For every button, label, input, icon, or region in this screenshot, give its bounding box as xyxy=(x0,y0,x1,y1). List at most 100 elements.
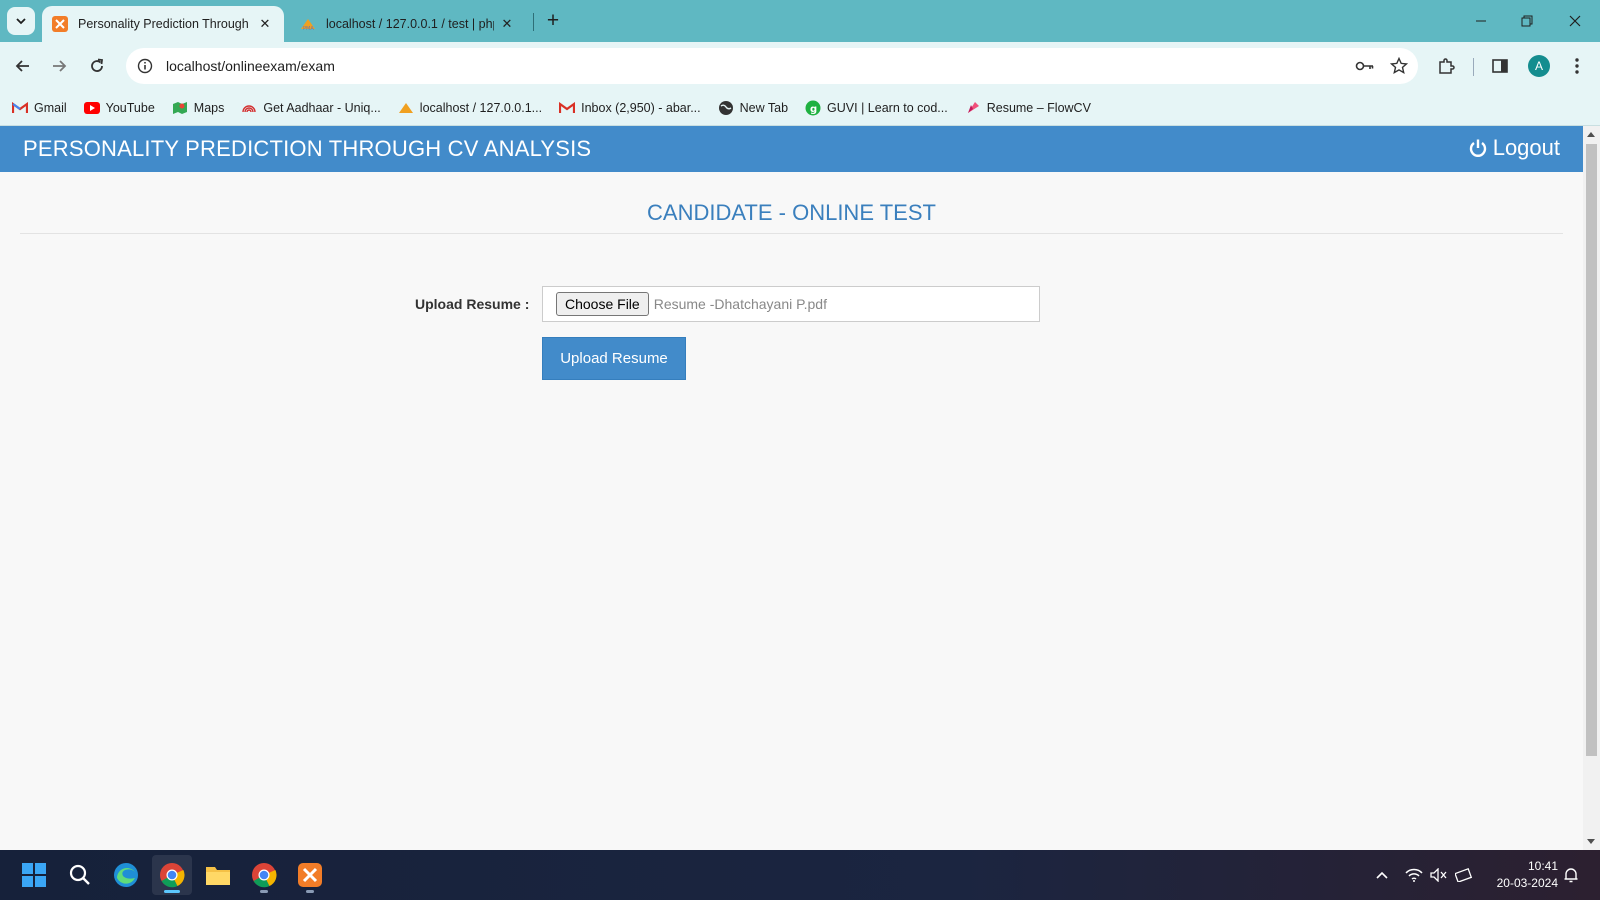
app-title[interactable]: PERSONALITY PREDICTION THROUGH CV ANALYS… xyxy=(23,136,591,162)
key-icon[interactable] xyxy=(1350,51,1380,81)
edge-icon xyxy=(114,863,138,887)
bookmark-aadhaar[interactable]: Get Aadhaar - Uniq... xyxy=(241,100,381,116)
search-icon xyxy=(69,864,90,885)
aadhaar-icon xyxy=(241,100,257,116)
folder-icon xyxy=(206,867,230,885)
scroll-up-icon[interactable] xyxy=(1587,132,1595,137)
start-button[interactable] xyxy=(14,855,54,895)
bookmark-label: Maps xyxy=(193,100,225,115)
show-hidden-icons[interactable] xyxy=(1370,860,1394,890)
arrow-right-icon xyxy=(53,60,67,72)
network-button[interactable] xyxy=(1402,860,1426,890)
svg-text:PMA: PMA xyxy=(303,26,314,32)
arrow-left-icon xyxy=(15,60,29,72)
running-indicator xyxy=(260,890,268,893)
choose-file-button[interactable]: Choose File xyxy=(556,292,649,316)
gmail-icon xyxy=(12,100,28,116)
tab-divider xyxy=(533,13,534,31)
bookmark-maps[interactable]: Maps xyxy=(172,100,225,116)
gmail-icon xyxy=(559,100,576,116)
tab-phpmyadmin[interactable]: PMA localhost / 127.0.0.1 / test | phpMy… xyxy=(290,6,526,42)
chevron-up-icon xyxy=(1376,871,1388,879)
address-bar[interactable]: localhost/onlineexam/exam xyxy=(126,48,1418,84)
scroll-thumb[interactable] xyxy=(1586,144,1597,756)
bookmark-gmail[interactable]: Gmail xyxy=(12,100,67,116)
bookmark-youtube[interactable]: YouTube xyxy=(83,100,155,116)
new-tab-button[interactable]: + xyxy=(540,8,566,34)
minimize-icon xyxy=(1476,20,1486,22)
bookmark-guvi[interactable]: g GUVI | Learn to cod... xyxy=(805,100,948,116)
system-clock[interactable]: 10:41 20-03-2024 xyxy=(1484,858,1558,892)
tab-search-button[interactable] xyxy=(7,7,35,35)
maps-icon xyxy=(172,100,188,116)
taskbar-chrome-profile[interactable] xyxy=(244,855,284,895)
bookmark-localhost[interactable]: localhost / 127.0.0.1... xyxy=(398,100,542,116)
forward-button[interactable] xyxy=(43,50,75,82)
upload-resume-button[interactable]: Upload Resume xyxy=(542,337,686,380)
star-icon[interactable] xyxy=(1384,51,1414,81)
bookmark-label: Inbox (2,950) - abar... xyxy=(581,100,701,115)
tab-title: localhost / 127.0.0.1 / test | phpMyAdmi… xyxy=(326,17,494,31)
bookmark-label: Get Aadhaar - Uniq... xyxy=(263,100,381,115)
taskbar-file-explorer[interactable] xyxy=(198,855,238,895)
extensions-button[interactable] xyxy=(1430,50,1462,82)
resume-file-input[interactable]: Choose File Resume -Dhatchayani P.pdf xyxy=(542,286,1040,322)
volume-button[interactable] xyxy=(1427,860,1451,890)
profile-button[interactable]: A xyxy=(1523,50,1555,82)
battery-icon xyxy=(1455,868,1473,882)
page-scrollbar[interactable] xyxy=(1583,126,1600,850)
xampp-icon xyxy=(52,16,68,32)
selected-file-name: Resume -Dhatchayani P.pdf xyxy=(653,296,827,312)
wifi-icon xyxy=(1405,868,1423,882)
toolbar-divider xyxy=(1473,58,1474,76)
guvi-icon: g xyxy=(805,100,821,116)
battery-button[interactable] xyxy=(1452,860,1476,890)
reload-icon xyxy=(91,58,104,72)
bookmark-flowcv[interactable]: Resume – FlowCV xyxy=(965,100,1091,116)
reload-button[interactable] xyxy=(81,50,113,82)
tab-personality-prediction[interactable]: Personality Prediction Through CV Analys… xyxy=(42,6,284,42)
taskbar-edge[interactable] xyxy=(106,855,146,895)
chevron-down-icon xyxy=(16,18,26,25)
bookmark-new-tab[interactable]: New Tab xyxy=(718,100,788,116)
close-icon xyxy=(1569,15,1581,27)
windows-taskbar: 10:41 20-03-2024 xyxy=(0,850,1600,900)
restore-button[interactable] xyxy=(1504,6,1550,36)
bookmark-label: Gmail xyxy=(34,100,67,115)
page-title: CANDIDATE - ONLINE TEST xyxy=(647,200,936,225)
close-window-button[interactable] xyxy=(1552,6,1598,36)
url-text[interactable]: localhost/onlineexam/exam xyxy=(166,58,1350,74)
back-button[interactable] xyxy=(7,50,39,82)
close-icon[interactable]: ✕ xyxy=(498,15,516,33)
globe-icon xyxy=(718,100,734,116)
taskbar-xampp[interactable] xyxy=(290,855,330,895)
svg-text:g: g xyxy=(810,104,817,115)
upload-resume-label: Upload Resume : xyxy=(415,296,530,312)
bookmarks-bar: Gmail YouTube Maps Get Aadhaar - Uniq...… xyxy=(0,90,1600,126)
app-header: PERSONALITY PREDICTION THROUGH CV ANALYS… xyxy=(0,126,1583,172)
power-icon xyxy=(1469,139,1486,157)
clock-time: 10:41 xyxy=(1527,859,1558,873)
bookmark-label: New Tab xyxy=(739,100,789,115)
scroll-down-icon[interactable] xyxy=(1587,839,1595,844)
phpmyadmin-icon: PMA xyxy=(300,16,316,32)
search-button[interactable] xyxy=(60,855,100,895)
restore-icon xyxy=(1521,15,1533,27)
running-indicator xyxy=(306,890,314,893)
logout-button[interactable]: Logout xyxy=(1468,135,1560,161)
minimize-button[interactable] xyxy=(1458,6,1504,36)
notifications-button[interactable] xyxy=(1559,860,1583,890)
menu-button[interactable] xyxy=(1561,50,1593,82)
browser-toolbar: localhost/onlineexam/exam A xyxy=(0,42,1600,90)
bookmark-inbox[interactable]: Inbox (2,950) - abar... xyxy=(559,100,701,116)
side-panel-button[interactable] xyxy=(1484,50,1516,82)
volume-muted-icon xyxy=(1430,868,1447,882)
bell-icon xyxy=(1564,868,1578,883)
flowcv-icon xyxy=(965,100,981,116)
site-info-icon[interactable] xyxy=(128,49,162,83)
close-icon[interactable]: ✕ xyxy=(256,15,274,33)
side-panel-icon xyxy=(1492,59,1508,73)
taskbar-chrome[interactable] xyxy=(152,855,192,895)
avatar: A xyxy=(1528,55,1550,77)
bookmark-label: localhost / 127.0.0.1... xyxy=(419,100,543,115)
